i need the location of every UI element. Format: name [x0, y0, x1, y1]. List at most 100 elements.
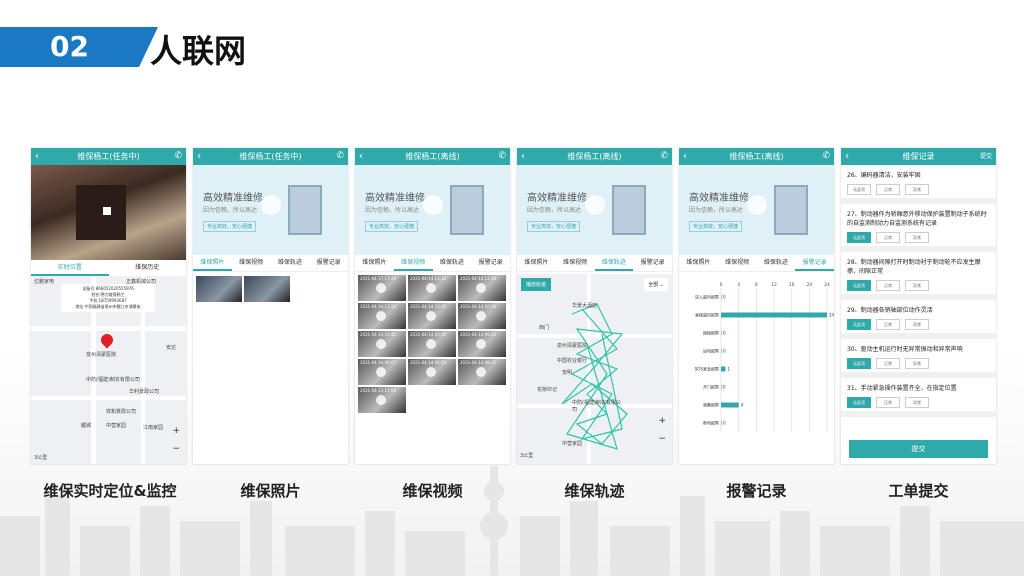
option-button[interactable]: 异常: [905, 319, 929, 330]
option-button[interactable]: 异常: [905, 184, 929, 195]
tab-alarms[interactable]: 报警记录: [471, 255, 510, 271]
zoom-in-button[interactable]: +: [658, 416, 666, 426]
zoom-out-button[interactable]: −: [172, 444, 180, 454]
video-thumbnail[interactable]: 2021-04-17 17:26: [358, 275, 406, 301]
option-button[interactable]: 无此项: [847, 319, 871, 330]
video-thumbnail[interactable]: 2021-04-14 10:35: [408, 303, 456, 329]
tab-track[interactable]: 维保轨迹: [271, 255, 310, 271]
bar-value-label: 0: [723, 421, 726, 426]
video-date: 2021-04-14 08:35: [460, 360, 497, 365]
tab-bar: 维保照片 维保视频 维保轨迹 报警记录: [193, 255, 348, 272]
tab-videos[interactable]: 维保视频: [718, 255, 757, 271]
video-thumbnail[interactable]: 2021-04-14 10:30: [408, 331, 456, 357]
map-label: 花桥印记: [537, 387, 558, 393]
back-icon[interactable]: ‹: [521, 148, 525, 165]
tab-realtime-location[interactable]: 实时位置: [31, 260, 109, 276]
video-thumbnail[interactable]: 2021-04-14 11:50: [358, 303, 406, 329]
option-button[interactable]: 异常: [905, 280, 929, 291]
phone-icon[interactable]: ✆: [174, 148, 182, 165]
photo-thumbnail[interactable]: [196, 276, 242, 302]
option-button[interactable]: 异常: [905, 232, 929, 243]
option-button[interactable]: 正常: [876, 232, 900, 243]
option-group: 无此项 正常 异常: [847, 358, 990, 369]
map-label: 中营家园: [562, 441, 583, 447]
video-thumbnail[interactable]: 2021-04-14 09:07: [358, 359, 406, 385]
photo-thumbnail[interactable]: [244, 276, 290, 302]
video-thumbnail[interactable]: 2021-04-13 17:09: [358, 387, 406, 413]
option-button[interactable]: 无此项: [847, 280, 871, 291]
tab-track[interactable]: 维保轨迹: [594, 255, 634, 271]
track-map[interactable]: 播放轨迹 全部 ⌄ 华景大酒店 西门 泉州清蒙医院 中国农业银行 安明 花桥印记…: [517, 274, 672, 464]
back-icon[interactable]: ‹: [197, 148, 201, 165]
phone-icon[interactable]: ✆: [498, 148, 506, 165]
tab-videos[interactable]: 维保视频: [556, 255, 595, 271]
tab-videos[interactable]: 维保视频: [393, 255, 433, 271]
option-button[interactable]: 无此项: [847, 358, 871, 369]
video-date: 2021-04-14 10:35: [410, 304, 447, 309]
back-icon[interactable]: ‹: [35, 148, 39, 165]
zoom-out-button[interactable]: −: [658, 434, 666, 444]
nav-bar: ‹ 维保杨工(离线) ✆: [679, 148, 834, 165]
video-thumbnail[interactable]: 2021-04-14 08:35: [458, 359, 506, 385]
option-button[interactable]: 异常: [905, 358, 929, 369]
category-label: 困梯报警: [703, 330, 719, 336]
phone-icon[interactable]: ✆: [336, 148, 344, 165]
video-thumbnail[interactable]: 2021-04-14 10:40: [458, 303, 506, 329]
header-submit-link[interactable]: 提交: [980, 148, 992, 165]
option-button[interactable]: 无此项: [847, 184, 871, 195]
map-label: 安明: [562, 370, 573, 376]
option-button[interactable]: 正常: [876, 280, 900, 291]
camera-feed: [31, 165, 186, 260]
back-icon[interactable]: ‹: [359, 148, 363, 165]
play-icon[interactable]: [585, 195, 605, 215]
submit-button[interactable]: 提交: [849, 440, 988, 458]
video-thumbnail[interactable]: 2021-04-14 08:50: [408, 359, 456, 385]
tab-videos[interactable]: 维保视频: [232, 255, 271, 271]
zoom-in-button[interactable]: +: [172, 426, 180, 436]
map[interactable]: 设备号:866652020555976 姓名:德力维保杨工 手机:1875999…: [31, 276, 186, 464]
range-select[interactable]: 全部 ⌄: [644, 278, 668, 291]
video-thumbnail[interactable]: 2021-04-14 10:45: [358, 331, 406, 357]
replay-track-button[interactable]: 播放轨迹: [521, 278, 552, 291]
option-group: 无此项 正常 异常: [847, 397, 990, 408]
checklist-item-text: 26、编码器清洁，安装牢固: [847, 172, 921, 179]
play-icon[interactable]: [261, 195, 281, 215]
bar: [721, 312, 827, 318]
tab-alarms[interactable]: 报警记录: [795, 255, 834, 271]
play-icon[interactable]: [423, 195, 443, 215]
tab-history[interactable]: 维保历史: [109, 260, 187, 276]
section-number: 02: [50, 30, 89, 63]
play-icon[interactable]: [747, 195, 767, 215]
tab-photos[interactable]: 维保照片: [679, 255, 718, 271]
nav-title: 维保杨工(离线): [405, 152, 460, 161]
bar: [721, 420, 722, 426]
map-label: 中防(福建)制衣有限公司: [572, 400, 621, 413]
phone-icon[interactable]: ✆: [660, 148, 668, 165]
tab-photos[interactable]: 维保照片: [193, 255, 232, 271]
tab-alarms[interactable]: 报警记录: [309, 255, 348, 271]
video-date: 2021-04-14 11:50: [360, 304, 397, 309]
play-icon: [476, 283, 486, 293]
checklist-item: 26、编码器清洁，安装牢固无此项 正常 异常: [841, 165, 996, 204]
option-button[interactable]: 正常: [876, 319, 900, 330]
tab-track[interactable]: 维保轨迹: [757, 255, 796, 271]
video-thumbnail[interactable]: 2021-04-14 13:18: [408, 275, 456, 301]
location-pin-icon[interactable]: [98, 331, 116, 349]
video-thumbnail[interactable]: 2021-04-14 12:30: [458, 275, 506, 301]
tab-track[interactable]: 维保轨迹: [433, 255, 472, 271]
option-button[interactable]: 正常: [876, 397, 900, 408]
tab-alarms[interactable]: 报警记录: [633, 255, 672, 271]
phone-icon[interactable]: ✆: [822, 148, 830, 165]
tab-photos[interactable]: 维保照片: [355, 255, 394, 271]
option-button[interactable]: 无此项: [847, 232, 871, 243]
video-date: 2021-04-14 12:30: [460, 276, 497, 281]
option-button[interactable]: 正常: [876, 358, 900, 369]
tab-photos[interactable]: 维保照片: [517, 255, 556, 271]
option-button[interactable]: 异常: [905, 397, 929, 408]
back-icon[interactable]: ‹: [683, 148, 687, 165]
option-button[interactable]: 无此项: [847, 397, 871, 408]
video-thumbnail[interactable]: 2021-04-14 09:26: [458, 331, 506, 357]
back-icon[interactable]: ‹: [845, 148, 849, 165]
option-button[interactable]: 正常: [876, 184, 900, 195]
option-group: 无此项 正常 异常: [847, 319, 990, 330]
